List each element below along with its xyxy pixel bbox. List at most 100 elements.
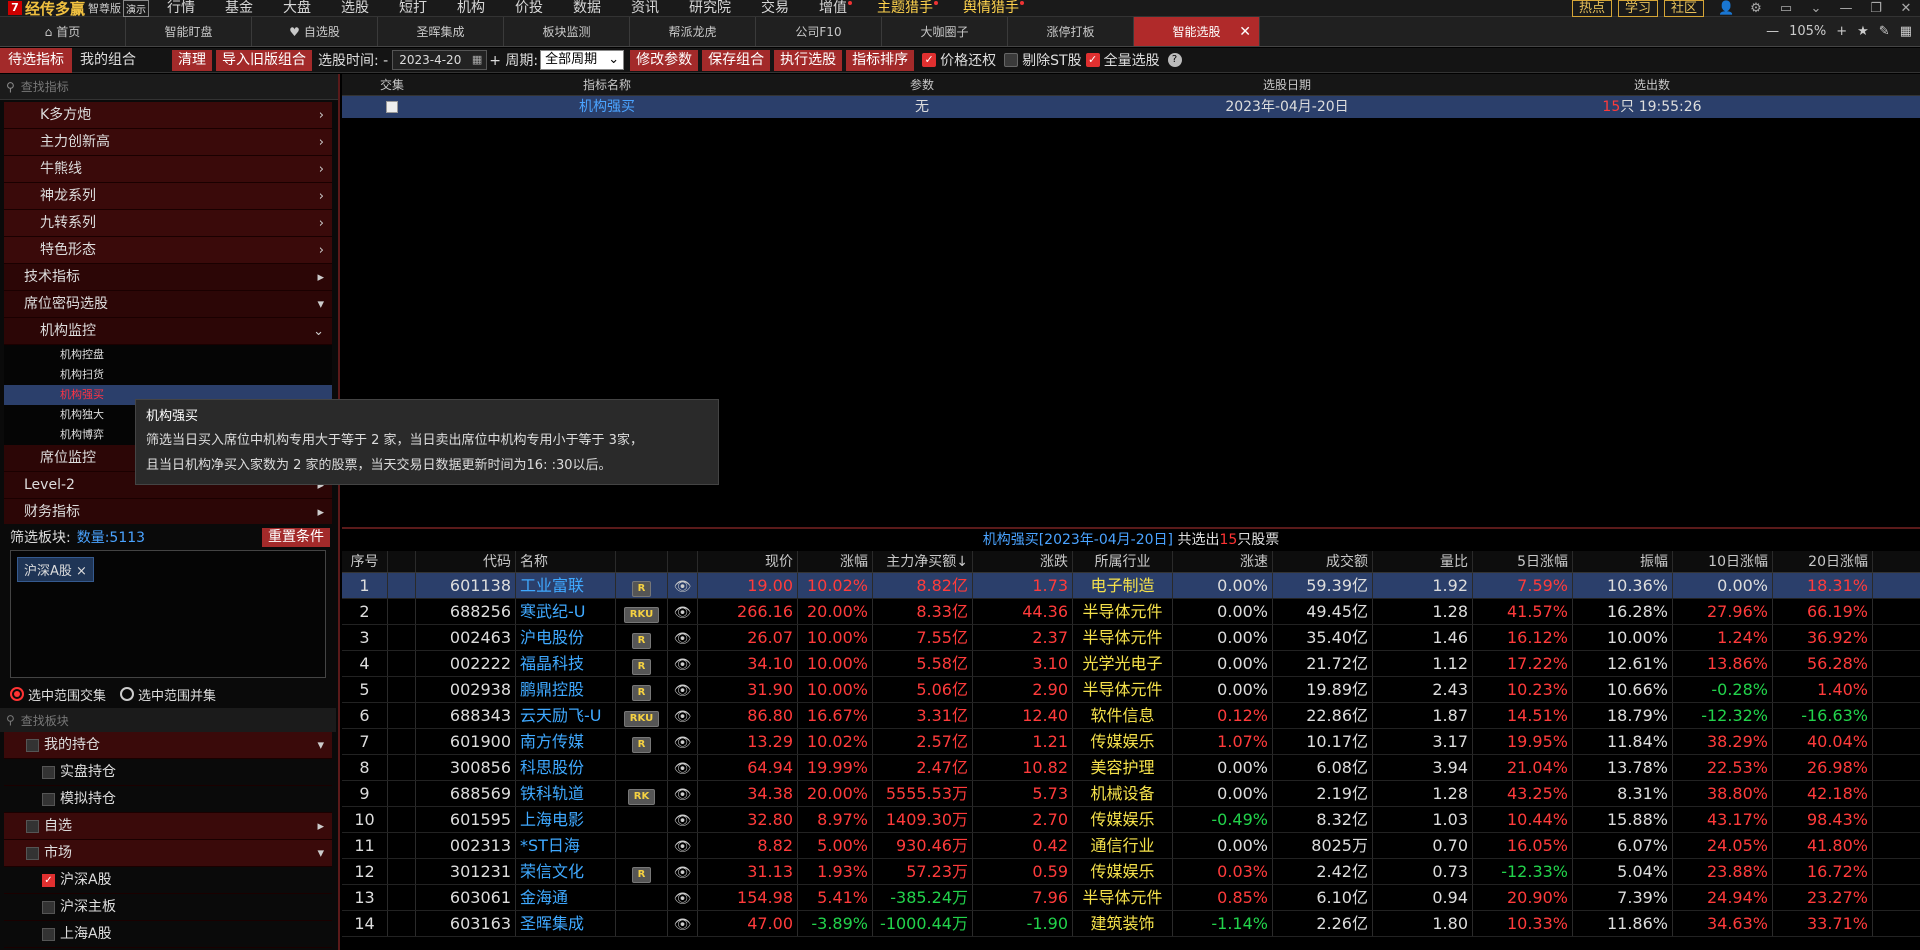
menu-value-added[interactable]: 增值 <box>819 0 853 17</box>
menu-research[interactable]: 研究院 <box>689 0 731 17</box>
table-row[interactable]: 10 601595 上海电影 👁 32.80 8.97% 1409.30万 2.70 传媒娱乐 -… <box>342 807 1920 833</box>
close-icon[interactable]: × <box>76 564 87 579</box>
cell-name[interactable]: 上海电影 <box>516 807 616 832</box>
menu-value[interactable]: 价投 <box>515 0 543 17</box>
learn-button[interactable]: 学习 <box>1617 0 1658 17</box>
help-icon[interactable]: ? <box>1167 53 1182 67</box>
tree-item[interactable]: 神龙系列 › <box>4 183 332 210</box>
checkbox[interactable] <box>42 900 55 914</box>
tree-group[interactable]: 技术指标 ▸ <box>4 264 332 291</box>
menu-sentiment-hunter[interactable]: 舆情猎手 <box>963 0 1025 17</box>
board-item[interactable]: 模拟持仓 <box>4 786 332 813</box>
cell-name[interactable]: 云天励飞-U <box>516 703 616 728</box>
table-row[interactable]: 13 603061 金海通 👁 154.98 5.41% -385.24万 7.96 半导体元件… <box>342 885 1920 911</box>
col-10d[interactable]: 10日涨幅 <box>1673 551 1773 572</box>
tree-item[interactable]: 特色形态 › <box>4 237 332 264</box>
eye-icon[interactable]: 👁 <box>674 683 692 699</box>
col-code[interactable]: 代码 <box>416 551 516 572</box>
chevron-down-icon[interactable]: ⌄ <box>1808 1 1824 16</box>
edit-icon[interactable]: ✎ <box>1879 24 1890 39</box>
star-icon[interactable]: ★ <box>1857 24 1869 39</box>
board-group[interactable]: 市场 ▾ <box>4 840 332 867</box>
zoom-out-icon[interactable]: — <box>1766 24 1779 39</box>
full-pick-checkbox[interactable]: ✓ <box>1085 53 1100 67</box>
eye-icon[interactable]: 👁 <box>674 813 692 829</box>
checkbox[interactable] <box>26 846 39 860</box>
minimize-icon[interactable]: — <box>1838 1 1854 16</box>
board-item[interactable]: ✓ 沪深A股 <box>4 867 332 894</box>
eye-icon[interactable]: 👁 <box>674 605 692 621</box>
eye-icon[interactable]: 👁 <box>674 787 692 803</box>
col-name[interactable]: 名称 <box>516 551 616 572</box>
table-row[interactable]: 机构强买 无 2023年-04月-20日 15只 19:55:26 <box>342 96 1920 118</box>
grid-icon[interactable]: ▦ <box>1900 24 1912 39</box>
tab-close-icon[interactable]: ✕ <box>1239 24 1251 40</box>
menu-theme-hunter[interactable]: 主题猎手 <box>877 0 939 17</box>
tab-dragon-tiger[interactable]: 帮派龙虎 <box>630 17 756 46</box>
eye-icon[interactable]: 👁 <box>674 735 692 751</box>
board-item[interactable]: 实盘持仓 <box>4 759 332 786</box>
period-select[interactable]: 全部周期 ⌄ <box>540 50 625 70</box>
menu-short[interactable]: 短打 <box>399 0 427 17</box>
tab-stock-detail[interactable]: 圣晖集成 <box>378 17 504 46</box>
table-row[interactable]: 1 601138 工业富联 R 👁 19.00 10.02% 8.82亿 1.73 电子制造 0.0… <box>342 573 1920 599</box>
col-eye[interactable] <box>668 551 698 572</box>
clear-button[interactable]: 清理 <box>172 49 212 71</box>
exclude-st-checkbox[interactable] <box>1004 53 1019 67</box>
board-group[interactable]: 自选 ▸ <box>4 813 332 840</box>
tab-pending-indicators[interactable]: 待选指标 <box>0 47 72 73</box>
intersect-radio[interactable] <box>10 687 24 701</box>
save-combo-button[interactable]: 保存组合 <box>702 49 771 71</box>
table-row[interactable]: 9 688569 铁科轨道 RK 👁 34.38 20.00% 5555.53万 5.73 机械设… <box>342 781 1920 807</box>
col-diff[interactable]: 涨跌 <box>973 551 1073 572</box>
table-row[interactable]: 3 002463 沪电股份 R 👁 26.07 10.00% 7.55亿 2.37 半导体元件 0.… <box>342 625 1920 651</box>
col-speed[interactable]: 涨速 <box>1173 551 1273 572</box>
eye-icon[interactable]: 👁 <box>674 657 692 673</box>
menu-quotes[interactable]: 行情 <box>167 0 195 17</box>
cell-name[interactable]: 科思股份 <box>516 755 616 780</box>
indicator-search[interactable]: ⚲ 查找指标 <box>0 74 338 100</box>
col-badge[interactable] <box>616 551 668 572</box>
gear-icon[interactable]: ⚙ <box>1748 1 1764 16</box>
checkbox-checked[interactable]: ✓ <box>42 873 55 887</box>
close-icon[interactable]: ✕ <box>1898 1 1914 16</box>
menu-trade[interactable]: 交易 <box>761 0 789 17</box>
eye-icon[interactable]: 👁 <box>674 761 692 777</box>
col-amplitude[interactable]: 振幅 <box>1573 551 1673 572</box>
cell-name[interactable]: 金海通 <box>516 885 616 910</box>
import-button[interactable]: 导入旧版组合 <box>216 49 312 71</box>
date-input[interactable]: 2023-4-20 ▦ <box>392 50 488 70</box>
table-row[interactable]: 7 601900 南方传媒 R 👁 13.29 10.02% 2.57亿 1.21 传媒娱乐 1.0… <box>342 729 1920 755</box>
col-industry[interactable]: 所属行业 <box>1073 551 1173 572</box>
execute-pick-button[interactable]: 执行选股 <box>774 49 843 71</box>
table-row[interactable]: 8 300856 科思股份 👁 64.94 19.99% 2.47亿 10.82 美容护理 0.0… <box>342 755 1920 781</box>
col-blank[interactable] <box>388 551 416 572</box>
table-row[interactable]: 2 688256 寒武纪-U RKU 👁 266.16 20.00% 8.33亿 44.36 半导… <box>342 599 1920 625</box>
col-net-buy[interactable]: 主力净买额↓ <box>873 551 973 572</box>
tab-smart-pick[interactable]: 智能选股 ✕ <box>1134 17 1260 46</box>
eye-icon[interactable]: 👁 <box>674 891 692 907</box>
cell-name[interactable]: 福晶科技 <box>516 651 616 676</box>
tree-item[interactable]: K多方炮 › <box>4 102 332 129</box>
tree-item[interactable]: 牛熊线 › <box>4 156 332 183</box>
checkbox[interactable] <box>26 819 39 833</box>
board-search-input[interactable]: 查找板块 <box>21 712 69 729</box>
menu-stock-pick[interactable]: 选股 <box>341 0 369 17</box>
col-20d[interactable]: 20日涨幅 <box>1773 551 1873 572</box>
price-restore-checkbox[interactable]: ✓ <box>922 53 937 67</box>
board-item[interactable]: 上海A股 <box>4 921 332 948</box>
tab-my-combos[interactable]: 我的组合 <box>72 48 144 73</box>
eye-icon[interactable]: 👁 <box>674 709 692 725</box>
tab-watchlist[interactable]: ♥ 自选股 <box>252 17 378 46</box>
menu-market[interactable]: 大盘 <box>283 0 311 17</box>
zoom-in-icon[interactable]: + <box>1836 24 1847 39</box>
tab-smart-watch[interactable]: 智能盯盘 <box>126 17 252 46</box>
board-group[interactable]: 我的持仓 ▾ <box>4 732 332 759</box>
checkbox[interactable] <box>42 792 55 806</box>
tree-group[interactable]: 财务指标 ▸ <box>4 499 332 524</box>
table-row[interactable]: 11 002313 *ST日海 👁 8.82 5.00% 930.46万 0.42 通信行业 0.… <box>342 833 1920 859</box>
intersect-checkbox[interactable] <box>386 101 398 113</box>
modify-params-button[interactable]: 修改参数 <box>630 49 699 71</box>
tree-item[interactable]: 主力创新高 › <box>4 129 332 156</box>
hot-button[interactable]: 热点 <box>1571 0 1612 17</box>
